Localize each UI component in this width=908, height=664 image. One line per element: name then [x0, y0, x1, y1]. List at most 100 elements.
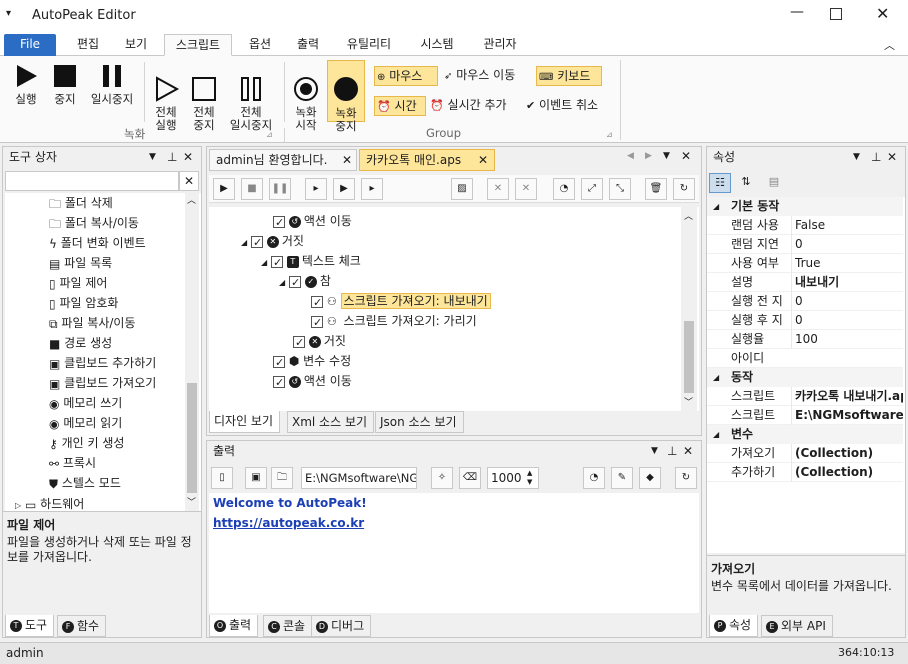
tree-node-var-edit[interactable]: ⬢ 변수 수정: [273, 351, 351, 373]
prop-add-vars[interactable]: 추가하기 (Collection): [707, 463, 903, 482]
tree-node-true[interactable]: ◢ ✓참: [279, 271, 331, 293]
save-log-button[interactable]: ▣: [245, 467, 267, 489]
node-checkbox[interactable]: [311, 293, 323, 313]
minimize-icon[interactable]: —: [790, 4, 804, 20]
tab-functions[interactable]: F 함수: [57, 615, 107, 637]
collapse-arrow-icon[interactable]: ◢: [279, 278, 285, 287]
tab-scroll-left-icon[interactable]: ◀: [627, 151, 634, 161]
category-variable[interactable]: ◢ 변수: [707, 425, 903, 444]
tab-utility[interactable]: 유틸리티: [336, 34, 402, 56]
collapse-arrow-icon[interactable]: ◢: [241, 238, 247, 247]
timestamp-button[interactable]: ◔: [583, 467, 605, 489]
alphabetical-button[interactable]: ⇅: [735, 173, 757, 193]
tab-admin[interactable]: 관리자: [472, 34, 528, 56]
pause-button[interactable]: 일시중지: [86, 62, 138, 106]
tree-node-script-hide[interactable]: ⚇ 스크립트 가져오기: 가리기: [311, 311, 480, 333]
realtime-add-toggle[interactable]: ⏰ 실시간 추가: [430, 96, 522, 116]
record-start-button[interactable]: 녹화 시작: [288, 62, 324, 145]
tab-system[interactable]: 시스템: [410, 34, 464, 56]
editor-close-icon[interactable]: ✕: [681, 149, 691, 163]
scroll-thumb[interactable]: [187, 383, 197, 493]
prop-random-delay[interactable]: 랜덤 지연 0: [707, 235, 903, 254]
run-from-button[interactable]: ▸: [361, 178, 383, 200]
pin-icon[interactable]: ⊥: [871, 147, 881, 167]
tab-view[interactable]: 보기: [114, 34, 158, 56]
prop-get-vars[interactable]: 가져오기 (Collection): [707, 444, 903, 463]
close-icon[interactable]: ✕: [876, 4, 889, 23]
log-path-input[interactable]: E:\NGMsoftware\NG: [301, 467, 417, 489]
doc-tab-kakao[interactable]: 카카오톡 매인.aps ✕: [359, 149, 495, 171]
tree-node-script-export[interactable]: ⚇ 스크립트 가져오기: 내보내기: [311, 291, 491, 313]
tab-tools[interactable]: T 도구: [5, 615, 55, 637]
keyboard-toggle[interactable]: ⌨ 키보드: [536, 66, 602, 86]
time-toggle[interactable]: ⏰ 시간: [374, 96, 426, 116]
tool-file-list[interactable]: ▤ 파일 목록: [49, 253, 112, 273]
tool-private-key[interactable]: ⚷ 개인 키 생성: [49, 433, 124, 453]
prop-id[interactable]: 아이디: [707, 349, 903, 368]
eraser-button[interactable]: ⌫: [459, 467, 481, 489]
node-checkbox[interactable]: [273, 213, 285, 233]
new-log-button[interactable]: ▯: [211, 467, 233, 489]
open-folder-button[interactable]: 🗀: [271, 467, 293, 489]
mouse-move-toggle[interactable]: ➶ 마우스 이동: [444, 66, 534, 86]
stop-all-button[interactable]: 전체 중지: [186, 62, 222, 145]
tab-properties[interactable]: P 속성: [709, 615, 759, 637]
run-frame-button[interactable]: ▸: [305, 178, 327, 200]
doc-tab-close-icon[interactable]: ✕: [342, 150, 352, 170]
prop-script-name[interactable]: 스크립트 카카오톡 내보내기.ap: [707, 387, 903, 406]
stepper-arrows-icon[interactable]: ▲ ▼: [527, 469, 532, 487]
tree-node-false-2[interactable]: ✕거짓: [293, 331, 346, 353]
tool-file-copy[interactable]: ⧉ 파일 복사/이동: [49, 313, 136, 333]
run-button[interactable]: 실행: [8, 62, 44, 106]
node-checkbox[interactable]: [293, 333, 305, 353]
mouse-toggle[interactable]: ⊕ 마우스: [374, 66, 438, 86]
node-checkbox[interactable]: [250, 233, 263, 253]
tool-folder-delete[interactable]: 🗀 폴더 삭제: [49, 193, 113, 213]
delete-button[interactable]: ✕: [487, 178, 509, 200]
tool-memory-write[interactable]: ◉ 메모리 쓰기: [49, 393, 122, 413]
refresh-loop-button[interactable]: ◔: [553, 178, 575, 200]
tab-xml-view[interactable]: Xml 소스 보기: [287, 411, 375, 433]
dropdown-icon[interactable]: ▼: [651, 441, 658, 461]
tool-file-control[interactable]: ▯ 파일 제어: [49, 273, 107, 293]
tree-node-action-move[interactable]: ↺액션 이동: [273, 211, 352, 233]
doc-tab-close-icon[interactable]: ✕: [478, 150, 488, 170]
category-basic[interactable]: ◢ 기본 동작: [707, 197, 903, 216]
categorized-button[interactable]: ☷: [709, 173, 731, 193]
panel-close-icon[interactable]: ✕: [683, 441, 693, 461]
fill-button[interactable]: ◆: [639, 467, 661, 489]
tab-output-log[interactable]: O 출력: [209, 615, 259, 637]
tab-external-api[interactable]: E 외부 API: [761, 615, 833, 637]
dropdown-icon[interactable]: ▼: [853, 147, 860, 167]
prop-pre-delay[interactable]: 실행 전 지0: [707, 292, 903, 311]
prop-enabled[interactable]: 사용 여부 True: [707, 254, 903, 273]
group-group-launcher-icon[interactable]: ⊿: [606, 130, 613, 139]
pin-icon[interactable]: ⊥: [167, 147, 177, 167]
scroll-up-icon[interactable]: ︿: [684, 209, 693, 222]
tool-folder-copy[interactable]: 🗀 폴더 복사/이동: [49, 213, 139, 233]
node-checkbox[interactable]: [311, 313, 323, 333]
tab-console[interactable]: C 콘솔: [263, 615, 313, 637]
search-clear-button[interactable]: ✕: [179, 171, 199, 191]
tree-scrollbar[interactable]: ︿ ﹀: [681, 207, 697, 411]
prop-random-use[interactable]: 랜덤 사용 False: [707, 216, 903, 235]
prop-script-path[interactable]: 스크립트 E:\NGMsoftware\: [707, 406, 903, 425]
prop-post-delay[interactable]: 실행 후 지0: [707, 311, 903, 330]
group-record-launcher-icon[interactable]: ⊿: [266, 130, 273, 139]
image-button[interactable]: ▨: [451, 178, 473, 200]
tool-proxy[interactable]: ⚯ 프록시: [49, 453, 96, 473]
magic-button[interactable]: ✧: [431, 467, 453, 489]
trash-button[interactable]: 🗑: [645, 178, 667, 200]
refresh-button[interactable]: ↻: [675, 467, 697, 489]
stop-script-button[interactable]: ■: [241, 178, 263, 200]
brush-button[interactable]: ✎: [611, 467, 633, 489]
run-all-button[interactable]: 전체 실행: [148, 62, 184, 145]
tool-stealth[interactable]: ⛊ 스텔스 모드: [49, 473, 121, 493]
scroll-down-icon[interactable]: ﹀: [684, 395, 693, 408]
tree-node-false[interactable]: ◢ ✕거짓: [241, 231, 304, 253]
pause-script-button[interactable]: ❚❚: [269, 178, 291, 200]
tool-path-create[interactable]: ■ 경로 생성: [49, 333, 112, 353]
node-checkbox[interactable]: [288, 273, 301, 293]
collapse-arrow-icon[interactable]: ◢: [261, 258, 267, 267]
scroll-up-icon[interactable]: ︿: [187, 193, 196, 206]
